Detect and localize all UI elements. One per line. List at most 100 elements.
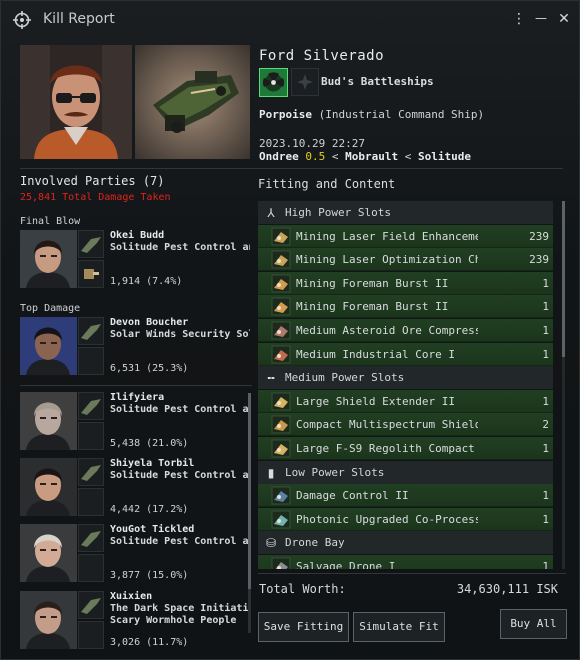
attacker-weapon-icon[interactable] xyxy=(78,347,104,375)
fitting-item-quantity: 1 xyxy=(542,300,549,314)
attacker-weapon-icon[interactable] xyxy=(78,554,104,582)
attacker-ship-icon[interactable] xyxy=(78,317,104,345)
low-power-slots-icon: ▮ xyxy=(267,465,275,480)
victim-ship-name[interactable]: Porpoise xyxy=(259,108,312,121)
attacker-corporation[interactable]: Solitude Pest Control and xyxy=(110,242,250,253)
fitting-item-name: Medium Asteroid Ore Compressor I xyxy=(296,324,478,337)
attacker-name[interactable]: Shiyela Torbil xyxy=(110,458,194,469)
attacker-corporation[interactable]: Solitude Pest Control and xyxy=(110,404,250,415)
salvage-drone-icon[interactable] xyxy=(271,557,291,569)
attacker-weapon-icon[interactable] xyxy=(78,260,104,288)
involved-scrollbar[interactable] xyxy=(248,393,251,633)
fitting-item[interactable]: Mining Foreman Burst II 1 xyxy=(258,295,553,319)
fitting-item[interactable]: Photonic Upgraded Co-Processor 1 xyxy=(258,507,553,531)
attacker-name[interactable]: Devon Boucher xyxy=(110,317,188,328)
fitting-item[interactable]: Mining Foreman Burst II 1 xyxy=(258,271,553,295)
location-constellation[interactable]: Mobrault xyxy=(345,150,398,163)
fitting-scroll-thumb[interactable] xyxy=(562,201,565,357)
mining-burst-icon[interactable] xyxy=(271,297,291,316)
industrial-core-icon[interactable] xyxy=(271,345,291,364)
shield-hardener-icon[interactable] xyxy=(271,415,291,434)
location-separator-2: < xyxy=(404,150,412,163)
fitting-item-name: Large Shield Extender II xyxy=(296,394,455,408)
shield-extender-icon[interactable] xyxy=(271,392,291,411)
mining-burst-icon[interactable] xyxy=(271,274,291,293)
attacker-name[interactable]: YouGot Tickled xyxy=(110,524,194,535)
attacker-entry[interactable]: Ilifyiera Solitude Pest Control and 5,438 … xyxy=(20,392,252,454)
fitting-section-header[interactable]: ▮ Low Power Slots xyxy=(258,460,553,484)
simulate-fit-button[interactable]: Simulate Fit xyxy=(353,612,445,642)
title-bar[interactable]: Kill Report ⋮ — ✕ xyxy=(1,1,579,39)
attacker-name[interactable]: Xuixien xyxy=(110,591,152,602)
attacker-weapon-icon[interactable] xyxy=(78,422,104,450)
fitting-section-header[interactable]: ╍ Medium Power Slots xyxy=(258,366,553,390)
location-system[interactable]: Ondree xyxy=(259,150,299,163)
fitting-item-name: Damage Control II xyxy=(296,489,409,503)
attacker-portrait[interactable] xyxy=(20,524,77,582)
attacker-corporation[interactable]: The Dark Space Initiative xyxy=(110,603,250,614)
fitting-item-quantity: 1 xyxy=(542,442,549,455)
attacker-ship-icon[interactable] xyxy=(78,230,104,258)
attacker-ship-icon[interactable] xyxy=(78,392,104,420)
high-power-slots-icon: ⅄ xyxy=(267,206,275,220)
ore-compressor-icon[interactable] xyxy=(271,321,291,340)
mining-charge-icon[interactable] xyxy=(271,227,291,246)
co-processor-icon[interactable] xyxy=(271,510,291,529)
victim-name[interactable]: Ford Silverado xyxy=(259,48,384,64)
fitting-item[interactable]: Medium Asteroid Ore Compressor I 1 xyxy=(258,319,553,342)
total-worth-label: Total Worth: xyxy=(259,582,346,596)
fitting-item[interactable]: Medium Industrial Core I 1 xyxy=(258,342,553,366)
fitting-item[interactable]: Large Shield Extender II 1 xyxy=(258,389,553,413)
fitting-item[interactable]: Large F-S9 Regolith Compact Shie 1 xyxy=(258,437,553,460)
attacker-portrait[interactable] xyxy=(20,458,77,516)
top-divider xyxy=(20,168,563,169)
fitting-item[interactable]: Compact Multispectrum Shield Harc 2 xyxy=(258,413,553,437)
fitting-list: ⅄ High Power Slots Mining Laser Field Enha… xyxy=(258,201,553,569)
involved-scroll-thumb[interactable] xyxy=(248,393,251,589)
attacker-ship-icon[interactable] xyxy=(78,524,104,552)
location-region[interactable]: Solitude xyxy=(418,150,471,163)
fitting-section-header[interactable]: ⛁ Drone Bay xyxy=(258,531,553,555)
minimize-button[interactable]: — xyxy=(533,11,549,25)
attacker-corporation[interactable]: Solitude Pest Control and xyxy=(110,470,250,481)
attacker-entry[interactable]: Shiyela Torbil Solitude Pest Control and 4… xyxy=(20,458,252,520)
attacker-entry[interactable]: Okei Budd Solitude Pest Control and 1,914 … xyxy=(20,230,252,292)
attacker-ship-icon[interactable] xyxy=(78,591,104,619)
attacker-entry[interactable]: Devon BoucherSolar Winds Security Solut 6… xyxy=(20,317,252,379)
fitting-item[interactable]: Mining Laser Field Enhancement Ch 239 xyxy=(258,224,553,248)
victim-portrait[interactable] xyxy=(20,45,132,159)
attacker-portrait[interactable] xyxy=(20,591,77,649)
attacker-entry[interactable]: YouGot Tickled Solitude Pest Control and 3… xyxy=(20,524,252,586)
attacker-name[interactable]: Ilifyiera xyxy=(110,392,164,403)
section-label: Low Power Slots xyxy=(285,465,385,479)
attacker-portrait[interactable] xyxy=(20,392,77,450)
attacker-portrait[interactable] xyxy=(20,317,77,375)
fitting-section-header[interactable]: ⅄ High Power Slots xyxy=(258,201,553,224)
fitting-item[interactable]: Salvage Drone I 1 xyxy=(258,555,553,569)
fitting-scrollbar[interactable] xyxy=(562,201,565,569)
corporation-logo[interactable] xyxy=(259,68,288,97)
attacker-ship-icon[interactable] xyxy=(78,458,104,486)
fitting-item[interactable]: Damage Control II 1 xyxy=(258,484,553,508)
final-blow-label: Final Blow xyxy=(20,216,81,227)
fitting-item[interactable]: Mining Laser Optimization Charge 239 xyxy=(258,248,553,272)
buy-all-button[interactable]: Buy All xyxy=(500,609,567,639)
victim-corporation[interactable]: Bud's Battleships xyxy=(321,75,434,88)
victim-ship-image[interactable] xyxy=(135,45,250,159)
mining-charge-icon[interactable] xyxy=(271,250,291,269)
attacker-weapon-icon[interactable] xyxy=(78,488,104,516)
close-button[interactable]: ✕ xyxy=(556,11,572,27)
attacker-portrait[interactable] xyxy=(20,230,77,288)
attacker-entry[interactable]: Xuixien The Dark Space Initiative Scary Wo… xyxy=(20,591,252,653)
window-menu-button[interactable]: ⋮ xyxy=(511,11,527,27)
shield-extender-icon[interactable] xyxy=(271,439,291,458)
fitting-item-quantity: 1 xyxy=(542,347,549,361)
attacker-corporation[interactable]: Solar Winds Security Solut xyxy=(110,329,250,340)
fitting-item-name: Photonic Upgraded Co-Processor xyxy=(296,512,478,526)
attacker-alliance[interactable]: Scary Wormhole People xyxy=(110,615,250,626)
attacker-weapon-icon[interactable] xyxy=(78,621,104,649)
save-fitting-button[interactable]: Save Fitting xyxy=(258,612,349,642)
attacker-corporation[interactable]: Solitude Pest Control and xyxy=(110,536,250,547)
damage-control-icon[interactable] xyxy=(271,486,291,505)
attacker-name[interactable]: Okei Budd xyxy=(110,230,164,241)
